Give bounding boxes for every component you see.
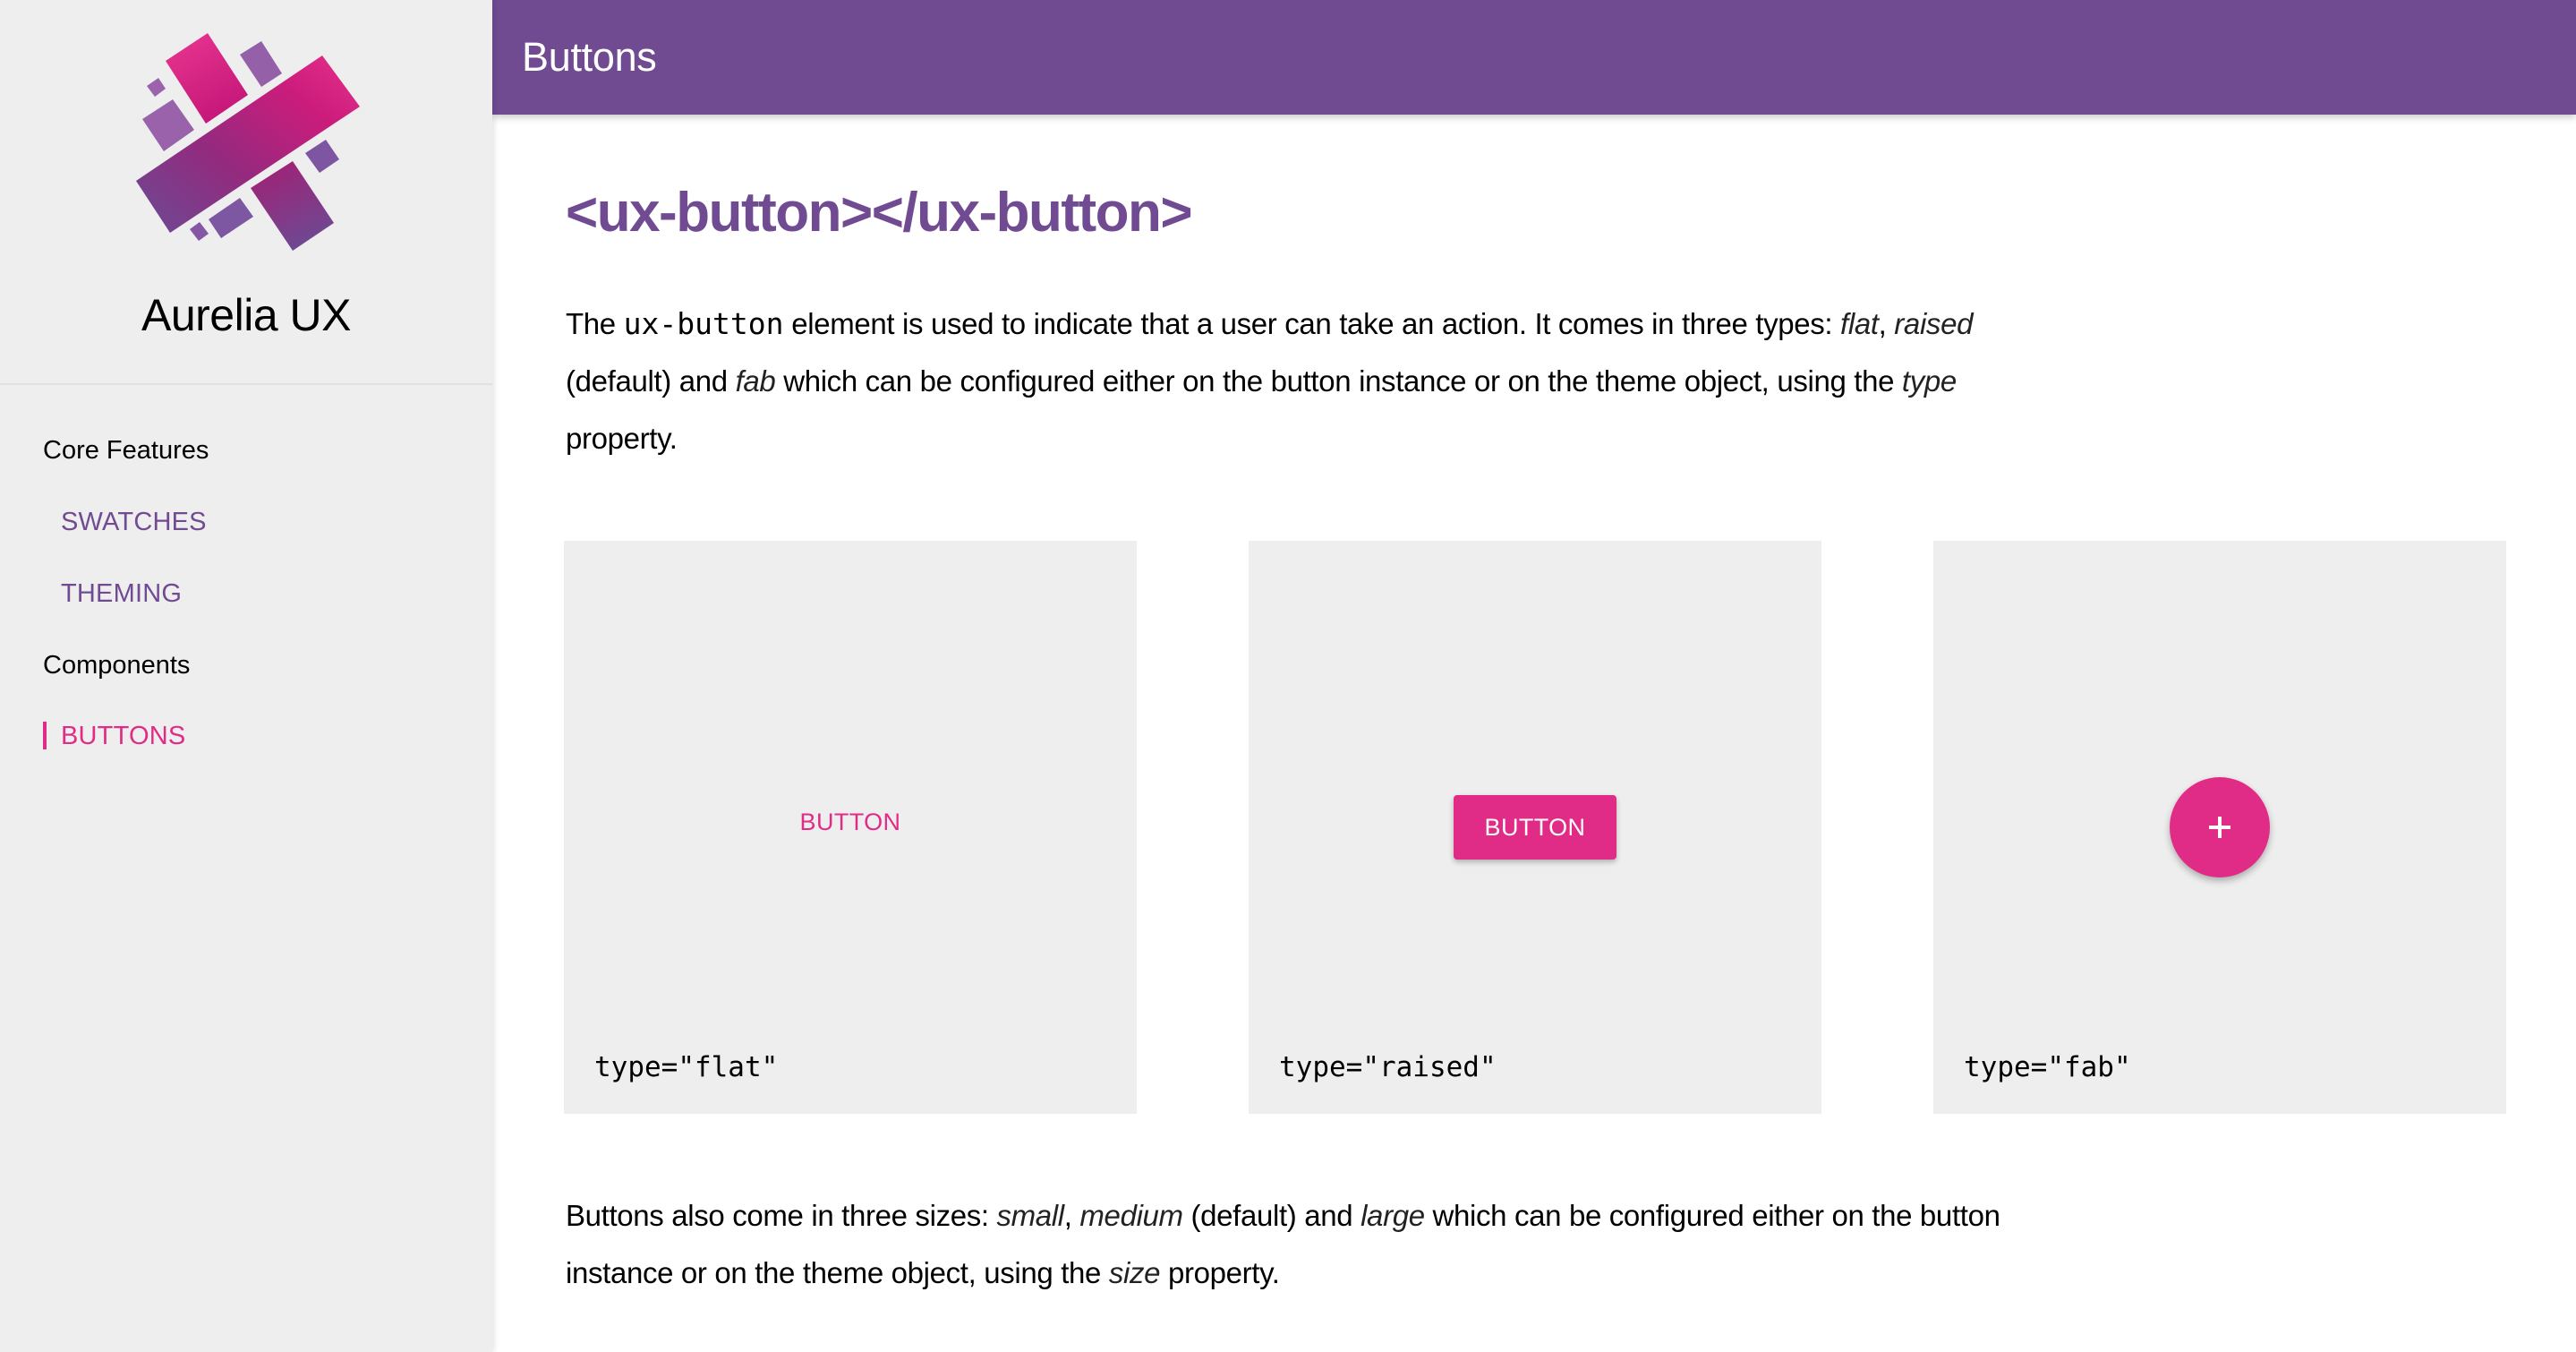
emphasis-large: large [1361,1199,1425,1232]
text: (default) and [566,364,736,398]
plus-icon [2209,817,2231,838]
intro-line-2: (default) and fab which can be configure… [566,353,1973,410]
flat-button[interactable]: BUTTON [775,790,926,854]
logo-shape [190,222,209,241]
emphasis-small: small [996,1199,1065,1232]
sidebar-divider [0,383,492,385]
emphasis-raised: raised [1894,307,1974,340]
emphasis-medium: medium [1079,1199,1183,1232]
component-heading: <ux-button></ux-button> [566,182,1193,244]
logo-shape [147,78,166,97]
intro-paragraph: The ux-button element is used to indicat… [566,295,1973,467]
demo-caption: type="fab" [1964,1051,2131,1083]
sizes-paragraph: Buttons also come in three sizes: small,… [566,1187,2000,1302]
text: element is used to indicate that a user … [783,307,1841,340]
nav-item-theming[interactable]: THEMING [61,578,182,610]
text: which can be configured either on the bu… [1424,1199,2000,1232]
sizes-line-1: Buttons also come in three sizes: small,… [566,1187,2000,1245]
demo-card-fab: type="fab" [1933,541,2506,1114]
demo-caption: type="flat" [594,1051,779,1083]
logo-shape [305,140,339,173]
text: Buttons also come in three sizes: [566,1199,997,1232]
demo-caption: type="raised" [1279,1051,1497,1083]
fab-button[interactable] [2170,777,2270,877]
logo-shape [209,198,253,238]
logo-shape [142,99,194,151]
logo-shape [240,41,282,87]
intro-line-1: The ux-button element is used to indicat… [566,295,1973,353]
nav-section-core-features[interactable]: Core Features [43,434,209,466]
logo-shape [251,161,334,251]
active-indicator [43,722,47,749]
nav-item-swatches[interactable]: SWATCHES [61,506,207,538]
page-title: Buttons [522,34,657,80]
main-content: <ux-button></ux-button> The ux-button el… [492,115,2576,1352]
text: which can be configured either on the bu… [775,364,1902,398]
text: instance or on the theme object, using t… [566,1256,1109,1289]
text: , [1878,307,1895,340]
brand-name: Aurelia UX [141,290,352,340]
raised-button[interactable]: BUTTON [1454,795,1616,860]
emphasis-type: type [1901,364,1957,398]
text: , [1063,1199,1080,1232]
sizes-line-2: instance or on the theme object, using t… [566,1245,2000,1302]
app-header: Buttons [492,0,2576,115]
emphasis-fab: fab [735,364,776,398]
emphasis-size: size [1108,1256,1161,1289]
text: (default) and [1182,1199,1361,1232]
text: property. [1160,1256,1280,1289]
demo-card-raised: BUTTON type="raised" [1249,541,1821,1114]
inline-code: ux-button [623,306,784,341]
emphasis-flat: flat [1840,307,1879,340]
nav-item-buttons[interactable]: BUTTONS [61,720,185,752]
sidebar: Aurelia UX Core Features SWATCHES THEMIN… [0,0,492,1352]
intro-line-3: property. [566,422,678,455]
text: The [566,307,624,340]
nav-section-components[interactable]: Components [43,649,190,681]
demo-card-flat: BUTTON type="flat" [564,541,1137,1114]
aurelia-logo-icon[interactable] [125,22,367,264]
